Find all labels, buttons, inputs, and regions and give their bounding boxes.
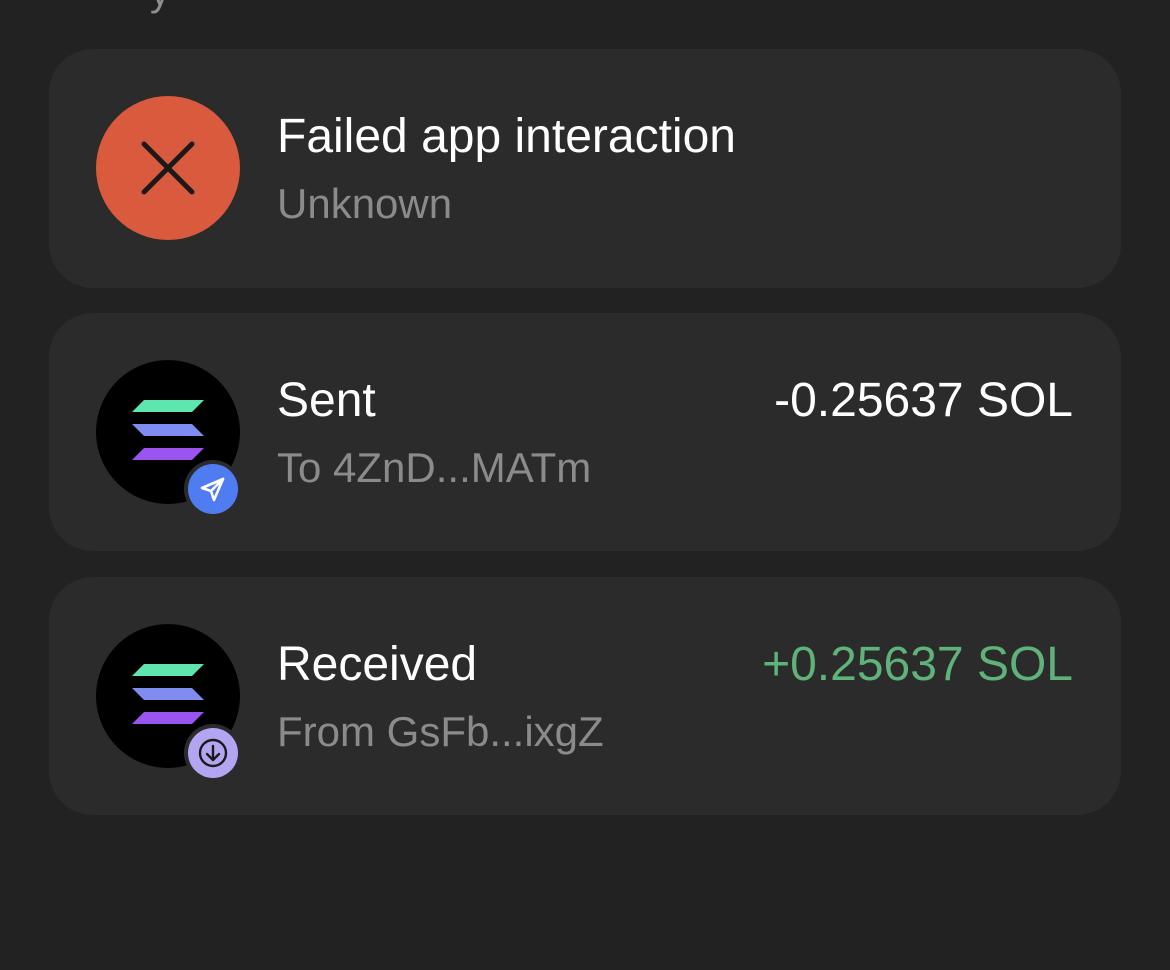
- transaction-row-received[interactable]: Received From GsFb...ixgZ +0.25637 SOL: [49, 577, 1121, 815]
- failed-status-icon: [96, 96, 240, 240]
- transaction-title: Received: [277, 638, 478, 691]
- token-avatar: [96, 624, 242, 782]
- transaction-title: Failed app interaction: [277, 110, 736, 163]
- transaction-row-sent[interactable]: Sent To 4ZnD...MATm -0.25637 SOL: [49, 313, 1121, 551]
- receive-badge: [188, 728, 238, 778]
- cut-off-header: y: [0, 0, 1170, 20]
- paper-plane-icon: [200, 477, 225, 502]
- transaction-amount: +0.25637 SOL: [762, 638, 1073, 691]
- transaction-subtitle: From GsFb...ixgZ: [277, 708, 604, 755]
- cut-off-header-glyph: y: [150, 0, 170, 15]
- close-icon: [141, 141, 195, 195]
- transaction-amount: -0.25637 SOL: [774, 374, 1073, 427]
- token-avatar: [96, 360, 242, 518]
- badge: [184, 460, 242, 518]
- transaction-row-failed[interactable]: Failed app interaction Unknown: [49, 49, 1121, 288]
- badge: [184, 724, 242, 782]
- transaction-subtitle: Unknown: [277, 180, 453, 227]
- activity-screen: y Failed app interaction Unknown: [0, 0, 1170, 970]
- transaction-title: Sent: [277, 374, 376, 427]
- arrow-down-icon: [198, 738, 228, 768]
- send-badge: [188, 464, 238, 514]
- transaction-subtitle: To 4ZnD...MATm: [277, 444, 592, 491]
